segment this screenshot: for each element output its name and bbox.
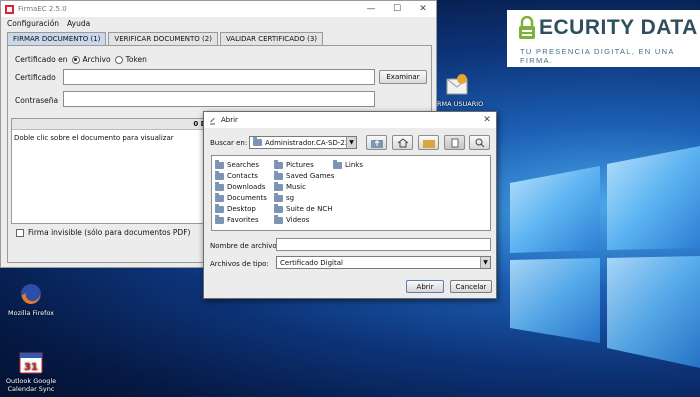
list-item[interactable]: Searches <box>215 159 259 170</box>
filetype-label: Archivos de tipo: <box>210 260 269 268</box>
list-item[interactable]: Pictures <box>274 159 314 170</box>
certificate-label: Certificado <box>15 73 56 82</box>
browse-button[interactable]: Examinar <box>379 70 427 84</box>
list-view-button[interactable] <box>444 135 465 150</box>
svg-text:31: 31 <box>24 362 38 373</box>
list-item[interactable]: Downloads <box>215 181 265 192</box>
windows-logo <box>510 146 700 368</box>
list-item[interactable]: Desktop <box>215 203 256 214</box>
dialog-close-icon[interactable]: ✕ <box>478 115 496 125</box>
radio-token-label[interactable]: Token <box>126 55 147 64</box>
invisible-signature-checkbox[interactable] <box>16 228 24 237</box>
folder-icon <box>215 214 224 224</box>
certificate-envelope-icon[interactable] <box>446 72 468 96</box>
desktop-icon-label-partial[interactable]: RMA USUARIO <box>437 100 483 108</box>
filetype-value: Certificado Digital <box>280 258 343 267</box>
folder-icon <box>215 170 224 180</box>
menu-bar: Configuración Ayuda <box>1 17 436 30</box>
brand-name: ECURITY DATA <box>539 16 698 39</box>
list-item[interactable]: Suite de NCH <box>274 203 332 214</box>
new-folder-button[interactable] <box>418 135 439 150</box>
app-title: FirmaEC 2.5.0 <box>18 5 67 13</box>
folder-icon <box>274 159 283 169</box>
filename-label: Nombre de archivo: <box>210 242 280 250</box>
home-icon <box>397 137 408 147</box>
firefox-icon <box>21 284 41 304</box>
password-label: Contraseña <box>15 96 59 105</box>
dialog-title: Abrir <box>221 116 238 124</box>
details-view-button[interactable] <box>469 135 490 150</box>
list-item[interactable]: Links <box>333 159 363 170</box>
dialog-titlebar[interactable]: Abrir ✕ <box>204 112 496 128</box>
open-button[interactable]: Abrir <box>406 280 444 293</box>
java-icon <box>210 117 215 124</box>
close-icon[interactable]: ✕ <box>410 1 436 17</box>
list-item[interactable]: sg <box>274 192 294 203</box>
folder-icon <box>215 159 224 169</box>
tab-firmar[interactable]: FIRMAR DOCUMENTO (1) <box>7 32 107 45</box>
chevron-down-icon: ▼ <box>346 137 356 148</box>
tab-bar: FIRMAR DOCUMENTO (1) VERIFICAR DOCUMENTO… <box>7 32 325 45</box>
list-item[interactable]: Contacts <box>215 170 258 181</box>
folder-icon <box>215 192 224 202</box>
minimize-icon[interactable]: — <box>358 1 384 17</box>
chevron-down-icon: ▼ <box>480 257 490 268</box>
desktop-icon-calendar-sync[interactable]: 31 Outlook Google Calendar Sync <box>0 350 62 393</box>
tab-verificar[interactable]: VERIFICAR DOCUMENTO (2) <box>108 32 218 45</box>
calendar-sync-label: Outlook Google Calendar Sync <box>5 377 57 394</box>
folder-icon <box>274 203 283 213</box>
folder-icon <box>215 203 224 213</box>
file-list[interactable]: Searches Contacts Downloads Documents De… <box>211 155 491 231</box>
folder-icon <box>274 170 283 180</box>
up-folder-button[interactable] <box>366 135 387 150</box>
up-folder-icon <box>370 139 383 148</box>
password-field[interactable] <box>63 91 375 107</box>
folder-icon <box>253 137 262 146</box>
app-icon <box>5 4 14 14</box>
list-view-icon <box>451 138 458 147</box>
menu-ayuda[interactable]: Ayuda <box>67 19 90 28</box>
radio-archivo-label[interactable]: Archivo <box>83 55 111 64</box>
folder-icon <box>333 159 342 169</box>
brand-tagline: TU PRESENCIA DIGITAL, EN UNA FIRMA. <box>520 47 675 65</box>
brand-banner: ECURITY DATA TU PRESENCIA DIGITAL, EN UN… <box>507 10 700 67</box>
cancel-button[interactable]: Cancelar <box>450 280 492 293</box>
cert-source-label: Certificado en <box>15 55 68 64</box>
certificate-field[interactable] <box>63 69 375 85</box>
filetype-select[interactable]: Certificado Digital ▼ <box>276 256 491 269</box>
folder-icon <box>274 214 283 224</box>
radio-token[interactable] <box>114 55 123 64</box>
list-item[interactable]: Documents <box>215 192 267 203</box>
desktop-icon-firefox[interactable]: Mozilla Firefox <box>0 282 62 317</box>
look-in-label: Buscar en: <box>210 139 248 147</box>
maximize-icon[interactable]: ☐ <box>384 1 410 17</box>
open-dialog: Abrir ✕ Buscar en: Administrador.CA-SD-2… <box>203 111 497 299</box>
list-item[interactable]: Saved Games <box>274 170 334 181</box>
list-item[interactable]: Videos <box>274 214 309 225</box>
folder-icon <box>215 181 224 191</box>
list-item[interactable]: Music <box>274 181 306 192</box>
folder-icon <box>274 192 283 202</box>
tab-validar[interactable]: VALIDAR CERTIFICADO (3) <box>219 32 324 45</box>
look-in-select[interactable]: Administrador.CA-SD-22 ▼ <box>249 136 357 149</box>
menu-configuracion[interactable]: Configuración <box>7 19 59 28</box>
look-in-value: Administrador.CA-SD-22 <box>265 138 350 147</box>
new-folder-icon <box>422 139 435 148</box>
details-view-icon <box>475 138 484 147</box>
radio-archivo[interactable] <box>71 55 80 64</box>
calendar-sync-icon: 31 <box>19 352 43 374</box>
home-button[interactable] <box>392 135 413 150</box>
list-item[interactable]: Favorites <box>215 214 259 225</box>
folder-icon <box>274 181 283 191</box>
invisible-signature-label[interactable]: Firma invisible (sólo para documentos PD… <box>28 228 190 237</box>
filename-input[interactable] <box>276 238 491 251</box>
firefox-label: Mozilla Firefox <box>8 309 54 317</box>
lock-icon <box>519 16 535 39</box>
app-titlebar[interactable]: FirmaEC 2.5.0 — ☐ ✕ <box>1 1 436 17</box>
